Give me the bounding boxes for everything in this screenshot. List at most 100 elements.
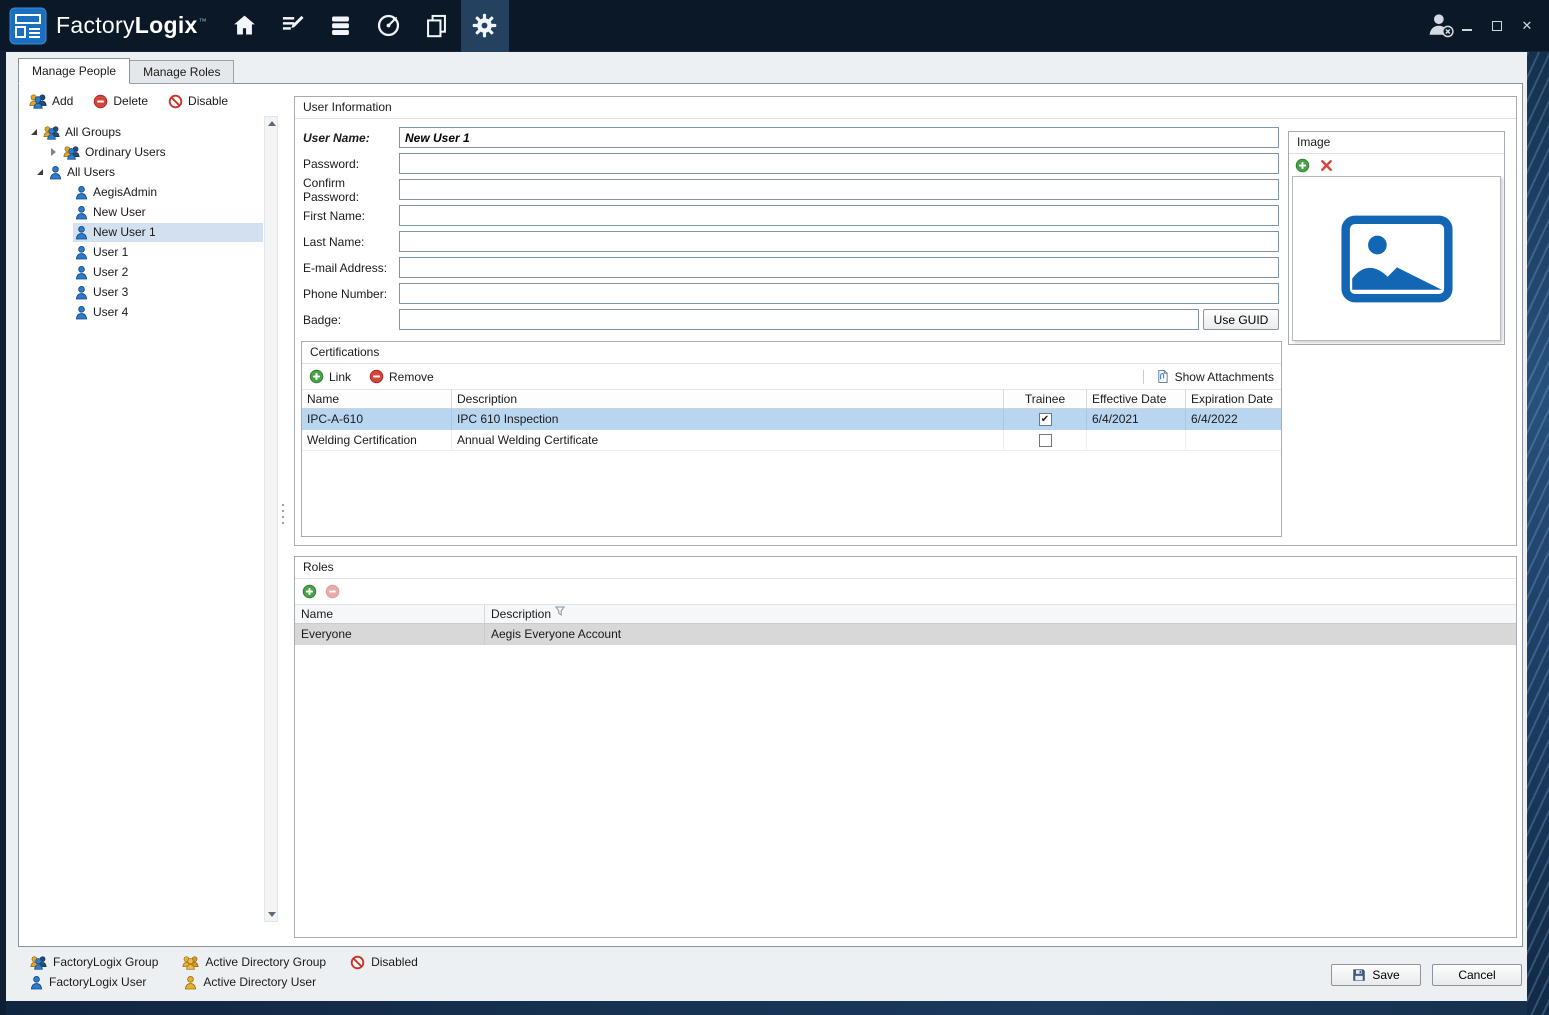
tree-item-ordinary-users[interactable]: Ordinary Users bbox=[21, 142, 263, 162]
field-row-confirm-password: Confirm Password: bbox=[303, 179, 1279, 200]
last-name-input[interactable] bbox=[399, 231, 1279, 252]
phone-label: Phone Number: bbox=[303, 287, 399, 301]
main-nav bbox=[221, 0, 509, 52]
panel-splitter[interactable] bbox=[282, 504, 284, 524]
phone-input[interactable] bbox=[399, 283, 1279, 304]
remove-image-button[interactable] bbox=[1319, 158, 1334, 173]
sign-out-user-icon[interactable] bbox=[1425, 11, 1455, 39]
planning-icon[interactable] bbox=[269, 0, 317, 52]
disabled-icon bbox=[350, 955, 365, 970]
user-information-groupbox: User Information User Name: Password: Co… bbox=[294, 96, 1517, 546]
tree-item-user-3[interactable]: User 3 bbox=[21, 282, 263, 302]
first-name-input[interactable] bbox=[399, 205, 1279, 226]
filter-icon[interactable] bbox=[555, 606, 565, 616]
user-icon bbox=[75, 225, 88, 240]
column-expiration-date[interactable]: Expiration Date bbox=[1186, 390, 1281, 408]
tree-item-user-2[interactable]: User 2 bbox=[21, 262, 263, 282]
roles-header-row: Name Description bbox=[295, 604, 1516, 624]
delete-label: Delete bbox=[113, 94, 148, 108]
collapse-arrow-icon[interactable] bbox=[51, 148, 56, 156]
person-x-glyph bbox=[1425, 11, 1455, 39]
add-role-button[interactable] bbox=[302, 584, 317, 599]
legend-factorylogix-group: FactoryLogix Group bbox=[30, 955, 158, 970]
save-button[interactable]: Save bbox=[1331, 964, 1421, 986]
trainee-checkbox[interactable]: ✔ bbox=[1039, 413, 1052, 426]
column-effective-date[interactable]: Effective Date bbox=[1087, 390, 1186, 408]
tree-item-all-groups[interactable]: All Groups bbox=[21, 122, 263, 142]
column-trainee[interactable]: Trainee bbox=[1004, 390, 1087, 408]
delete-user-button[interactable]: Delete bbox=[93, 94, 148, 109]
first-name-label: First Name: bbox=[303, 209, 399, 223]
tab-manage-people[interactable]: Manage People bbox=[18, 58, 130, 84]
expand-arrow-icon[interactable] bbox=[31, 129, 37, 135]
documents-icon[interactable] bbox=[413, 0, 461, 52]
tree-item-user-1[interactable]: User 1 bbox=[21, 242, 263, 262]
certifications-toolbar: Link Remove Show Attachments bbox=[302, 364, 1281, 389]
app-title: FactoryLogix™ bbox=[56, 12, 207, 39]
scroll-down-icon[interactable] bbox=[268, 912, 276, 917]
field-row-user-name: User Name: bbox=[303, 127, 1279, 148]
tree-scrollbar[interactable] bbox=[264, 116, 278, 922]
column-name[interactable]: Name bbox=[295, 605, 485, 623]
certification-row-welding[interactable]: Welding Certification Annual Welding Cer… bbox=[302, 430, 1281, 451]
maximize-button[interactable] bbox=[1489, 18, 1505, 34]
add-user-button[interactable]: Add bbox=[29, 93, 73, 109]
brand-part2: Logix bbox=[135, 12, 198, 38]
link-certification-button[interactable]: Link bbox=[309, 369, 351, 384]
add-image-button[interactable] bbox=[1295, 158, 1310, 173]
cell-effective-date: 6/4/2021 bbox=[1087, 409, 1186, 430]
home-icon[interactable] bbox=[221, 0, 269, 52]
role-row-everyone[interactable]: Everyone Aegis Everyone Account bbox=[295, 624, 1516, 645]
expand-arrow-icon[interactable] bbox=[37, 169, 43, 175]
manage-people-panel: Add Delete Disable All Groups bbox=[18, 83, 1523, 947]
user-information-title: User Information bbox=[295, 97, 1516, 119]
people-toolbar: Add Delete Disable bbox=[29, 90, 228, 112]
scroll-up-icon[interactable] bbox=[268, 121, 276, 126]
plus-circle-icon bbox=[302, 584, 317, 599]
close-button[interactable]: ✕ bbox=[1519, 18, 1535, 34]
remove-role-button[interactable] bbox=[325, 584, 340, 599]
materials-icon[interactable] bbox=[317, 0, 365, 52]
trademark-symbol: ™ bbox=[199, 17, 207, 26]
tree-item-new-user[interactable]: New User bbox=[21, 202, 263, 222]
image-title: Image bbox=[1289, 132, 1504, 154]
email-input[interactable] bbox=[399, 257, 1279, 278]
tree-item-all-users[interactable]: All Users bbox=[21, 162, 263, 182]
column-description[interactable]: Description bbox=[452, 390, 1004, 408]
tree-item-new-user-1[interactable]: New User 1 bbox=[21, 222, 263, 242]
window-border-bottom bbox=[6, 1001, 1527, 1015]
column-name[interactable]: Name bbox=[302, 390, 452, 408]
legend-factorylogix-user: FactoryLogix User bbox=[30, 975, 146, 990]
remove-certification-button[interactable]: Remove bbox=[369, 369, 434, 384]
minimize-button[interactable] bbox=[1459, 18, 1475, 34]
certification-row-ipc-a-610[interactable]: IPC-A-610 IPC 610 Inspection ✔ 6/4/2021 … bbox=[302, 409, 1281, 430]
column-description[interactable]: Description bbox=[485, 605, 1516, 623]
field-row-phone: Phone Number: bbox=[303, 283, 1279, 304]
confirm-password-label: Confirm Password: bbox=[303, 176, 399, 204]
settings-gear-icon[interactable] bbox=[461, 0, 509, 52]
cancel-button[interactable]: Cancel bbox=[1432, 964, 1522, 986]
icon-legend: FactoryLogix Group Active Directory Grou… bbox=[30, 952, 436, 992]
plus-circle-icon bbox=[309, 369, 324, 384]
group-gold-icon bbox=[182, 955, 199, 970]
user-name-input[interactable] bbox=[399, 127, 1279, 148]
password-input[interactable] bbox=[399, 153, 1279, 174]
tree-item-aegisadmin[interactable]: AegisAdmin bbox=[21, 182, 263, 202]
users-tree: All Groups Ordinary Users All Users Aegi… bbox=[21, 116, 263, 322]
show-attachments-button[interactable]: Show Attachments bbox=[1143, 369, 1274, 384]
badge-input[interactable] bbox=[399, 309, 1199, 330]
trainee-checkbox[interactable] bbox=[1039, 434, 1052, 447]
legend-disabled: Disabled bbox=[350, 955, 418, 970]
image-well[interactable] bbox=[1292, 176, 1501, 341]
disable-user-button[interactable]: Disable bbox=[168, 94, 228, 109]
npi-icon[interactable] bbox=[365, 0, 413, 52]
window-controls: ✕ bbox=[1459, 0, 1535, 52]
tab-manage-roles[interactable]: Manage Roles bbox=[130, 60, 234, 84]
cell-trainee bbox=[1004, 430, 1087, 450]
confirm-password-input[interactable] bbox=[399, 179, 1279, 200]
tree-item-user-4[interactable]: User 4 bbox=[21, 302, 263, 322]
password-label: Password: bbox=[303, 157, 399, 171]
tree-label: Ordinary Users bbox=[85, 145, 166, 159]
use-guid-button[interactable]: Use GUID bbox=[1203, 309, 1279, 330]
tree-label: All Users bbox=[67, 165, 115, 179]
